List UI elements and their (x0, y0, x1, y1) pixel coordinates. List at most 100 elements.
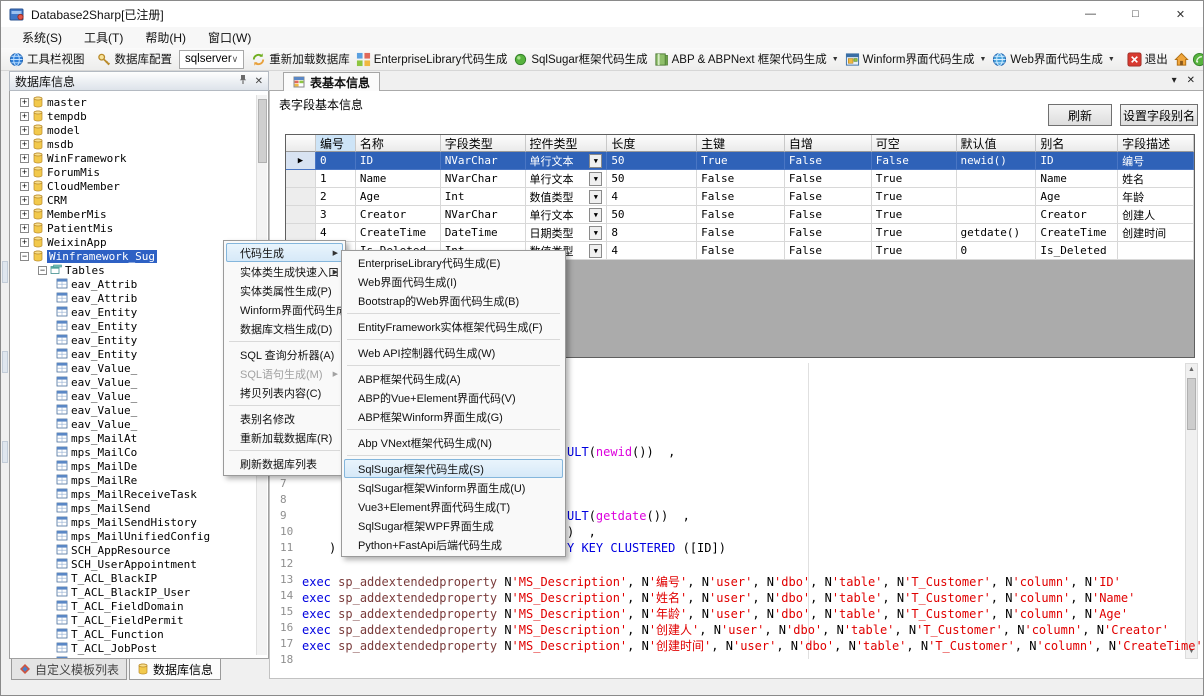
tree-item[interactable]: T_ACL_BlackIP_User (10, 585, 268, 599)
tree-item[interactable]: +tempdb (10, 109, 268, 123)
sqlsugar-codegen-button[interactable]: SqlSugar框架代码生成 (510, 49, 650, 69)
combo-dropdown-icon[interactable]: ▼ (589, 244, 602, 258)
scroll-up-icon[interactable]: ▲ (1186, 364, 1197, 376)
table-row[interactable]: 1NameNVarChar单行文本▼50FalseFalseTrueName姓名 (286, 170, 1194, 188)
combo-dropdown-icon[interactable]: ▼ (589, 172, 602, 186)
pin-icon[interactable] (238, 74, 248, 88)
tree-item[interactable]: +master (10, 95, 268, 109)
server-select[interactable]: sqlserver ∨ (179, 50, 244, 69)
menu-item[interactable]: EnterpriseLibrary代码生成(E) (344, 253, 563, 272)
grid-cell[interactable]: 2 (316, 188, 356, 206)
dropdown-arrow-icon[interactable]: ▼ (832, 56, 839, 63)
grid-cell[interactable]: False (697, 188, 785, 206)
web-codegen-button[interactable]: Web界面代码生成 ▼ (989, 49, 1117, 69)
menu-item[interactable]: Bootstrap的Web界面代码生成(B) (344, 291, 563, 310)
grid-cell[interactable]: 50 (607, 206, 697, 224)
reload-db-button[interactable]: 重新加载数据库 (248, 49, 353, 69)
scrollbar-thumb[interactable] (1187, 378, 1196, 430)
grid-cell[interactable]: 单行文本▼ (526, 152, 608, 170)
grid-cell[interactable]: Name (356, 170, 441, 188)
toolbar-view-button[interactable]: 工具栏视图 (6, 49, 88, 69)
grid-header-cell[interactable]: 字段描述 (1118, 135, 1194, 152)
grid-cell[interactable]: 0 (957, 242, 1037, 260)
tab-table-basic-info[interactable]: 表基本信息 (283, 72, 380, 91)
minimize-button[interactable]: — (1068, 1, 1113, 27)
grid-header-selector[interactable] (286, 135, 316, 152)
grid-cell[interactable]: Int (441, 188, 526, 206)
grid-header-cell[interactable]: 字段类型 (441, 135, 526, 152)
tree-item[interactable]: SCH_UserAppointment (10, 557, 268, 571)
grid-cell[interactable]: True (697, 152, 785, 170)
menu-item[interactable]: SqlSugar框架WPF界面生成 (344, 516, 563, 535)
grid-header-cell[interactable]: 别名 (1036, 135, 1118, 152)
combo-dropdown-icon[interactable]: ▼ (589, 190, 602, 204)
tree-item[interactable]: +model (10, 123, 268, 137)
tab-list-dropdown-icon[interactable]: ▾ (1172, 75, 1177, 86)
hidden-panel-tab[interactable] (2, 441, 8, 463)
grid-cell[interactable] (1118, 242, 1194, 260)
grid-cell[interactable]: 50 (607, 170, 697, 188)
enterpriselibrary-codegen-button[interactable]: EnterpriseLibrary代码生成 (353, 49, 511, 69)
expand-icon[interactable]: + (20, 126, 29, 135)
grid-cell[interactable]: False (697, 170, 785, 188)
menu-item[interactable]: Web界面代码生成(I) (344, 272, 563, 291)
menu-item[interactable]: ABP框架Winform界面生成(G) (344, 407, 563, 426)
maximize-button[interactable]: □ (1113, 1, 1158, 27)
combo-dropdown-icon[interactable]: ▼ (589, 226, 602, 240)
grid-cell[interactable]: NVarChar (441, 152, 526, 170)
grid-cell[interactable]: False (872, 152, 957, 170)
grid-cell[interactable]: Age (1036, 188, 1118, 206)
grid-header-cell[interactable]: 可空 (872, 135, 957, 152)
grid-cell[interactable]: False (697, 242, 785, 260)
table-row[interactable]: 2AgeInt数值类型▼4FalseFalseTrueAge年龄 (286, 188, 1194, 206)
menu-item[interactable]: 拷贝列表内容(C) (226, 383, 343, 402)
tab-custom-template-list[interactable]: 自定义模板列表 (11, 659, 127, 680)
grid-cell[interactable]: False (785, 206, 872, 224)
tree-item[interactable]: T_ACL_BlackIP (10, 571, 268, 585)
set-field-alias-button[interactable]: 设置字段别名 (1120, 104, 1198, 126)
sql-scrollbar[interactable]: ▲ ▼ (1185, 363, 1198, 659)
table-row[interactable]: 3CreatorNVarChar单行文本▼50FalseFalseTrueCre… (286, 206, 1194, 224)
expand-icon[interactable]: + (20, 196, 29, 205)
grid-cell[interactable]: False (785, 188, 872, 206)
dropdown-arrow-icon[interactable]: ▼ (979, 56, 986, 63)
tree-item[interactable]: +ForumMis (10, 165, 268, 179)
menu-item[interactable]: Abp VNext框架代码生成(N) (344, 433, 563, 452)
expand-icon[interactable]: + (20, 210, 29, 219)
combo-dropdown-icon[interactable]: ▼ (589, 208, 602, 222)
grid-cell[interactable]: Age (356, 188, 441, 206)
expand-icon[interactable]: + (20, 238, 29, 247)
grid-cell[interactable]: True (872, 206, 957, 224)
menu-item[interactable]: 实体类属性生成(P) (226, 281, 343, 300)
menubar-item[interactable]: 系统(S) (11, 27, 73, 48)
menu-item[interactable]: Winform界面代码生成(W) (226, 300, 343, 319)
grid-cell[interactable]: False (697, 224, 785, 242)
grid-cell[interactable]: False (785, 242, 872, 260)
tree-item[interactable]: T_ACL_Function (10, 627, 268, 641)
tree-item[interactable]: T_ACL_JobPost (10, 641, 268, 655)
grid-cell[interactable]: 4 (607, 242, 697, 260)
grid-cell[interactable]: True (872, 242, 957, 260)
grid-cell[interactable]: ID (1036, 152, 1118, 170)
expand-icon[interactable]: + (20, 140, 29, 149)
grid-header-cell[interactable]: 控件类型 (526, 135, 608, 152)
row-selector-cell[interactable]: ▶ (286, 152, 316, 170)
grid-cell[interactable]: 8 (607, 224, 697, 242)
feed-icon[interactable] (1192, 52, 1204, 67)
grid-cell[interactable]: 创建人 (1118, 206, 1194, 224)
abp-codegen-button[interactable]: ABP & ABPNext 框架代码生成 ▼ (651, 49, 842, 69)
grid-cell[interactable]: 单行文本▼ (526, 170, 608, 188)
tree-item[interactable]: +MemberMis (10, 207, 268, 221)
grid-cell[interactable]: getdate() (957, 224, 1037, 242)
tree-item[interactable]: +WinFramework (10, 151, 268, 165)
grid-cell[interactable]: 姓名 (1118, 170, 1194, 188)
grid-cell[interactable]: 编号 (1118, 152, 1194, 170)
tree-item[interactable]: +CloudMember (10, 179, 268, 193)
grid-cell[interactable]: 0 (316, 152, 356, 170)
table-row[interactable]: 4CreateTimeDateTime日期类型▼8FalseFalseTrueg… (286, 224, 1194, 242)
menu-item[interactable]: SQL 查询分析器(A) (226, 345, 343, 364)
menu-item[interactable]: ABP的Vue+Element界面代码(V) (344, 388, 563, 407)
hidden-panel-tab[interactable] (2, 261, 8, 283)
tree-item[interactable]: mps_MailReceiveTask (10, 487, 268, 501)
grid-cell[interactable]: False (697, 206, 785, 224)
